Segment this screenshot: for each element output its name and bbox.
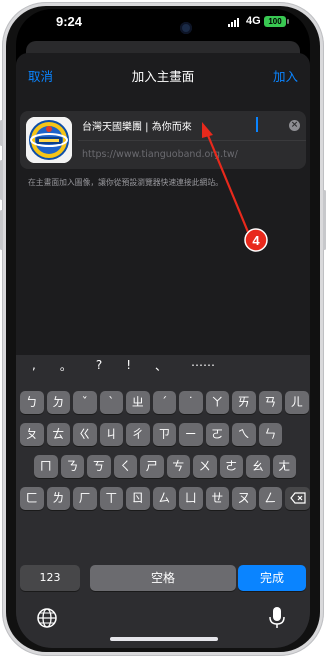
camera-icon <box>180 22 192 34</box>
add-button[interactable]: 加入 <box>273 66 298 85</box>
text-caret <box>256 117 258 132</box>
zhuyin-key[interactable]: ㄛ <box>205 423 229 446</box>
phone-frame: 9:24 4G 100 取消 加入主畫面 加入 台灣天國樂團 | 為你而來 × … <box>0 0 326 658</box>
zhuyin-key[interactable]: ˇ <box>73 391 97 414</box>
signal-bars-icon <box>228 17 239 27</box>
zhuyin-key[interactable]: ㄕ <box>140 455 164 478</box>
zhuyin-key[interactable]: ㄑ <box>113 455 137 478</box>
zhuyin-key[interactable]: ㄈ <box>20 487 44 510</box>
url-label: https://www.tianguoband.org.tw/ <box>82 149 238 160</box>
zhuyin-key[interactable]: ㄙ <box>152 487 176 510</box>
candidate-exclaim[interactable]: ! <box>126 358 131 372</box>
zhuyin-key[interactable]: ㄖ <box>126 487 150 510</box>
zhuyin-key[interactable]: ˙ <box>179 391 203 414</box>
microphone-icon[interactable] <box>268 606 286 630</box>
zhuyin-key[interactable]: ˊ <box>152 391 176 414</box>
status-time: 9:24 <box>56 14 83 29</box>
hint-text: 在主畫面加入圖像，讓你從預設瀏覽器快速連接此網站。 <box>28 178 223 187</box>
zhuyin-key[interactable]: ㄍ <box>73 423 97 446</box>
zhuyin-key[interactable]: ㄡ <box>232 487 256 510</box>
screen: 9:24 4G 100 取消 加入主畫面 加入 台灣天國樂團 | 為你而來 × … <box>16 9 310 648</box>
zhuyin-key[interactable]: ㄚ <box>205 391 229 414</box>
volume-down-button <box>0 210 3 250</box>
zhuyin-key[interactable]: ㄢ <box>258 391 282 414</box>
zhuyin-key[interactable]: ㄧ <box>179 423 203 446</box>
zhuyin-key[interactable]: ㄎ <box>87 455 111 478</box>
clear-icon[interactable]: × <box>289 120 300 131</box>
zhuyin-key[interactable]: ㄊ <box>46 423 70 446</box>
battery-tip <box>287 19 289 24</box>
zhuyin-key[interactable]: ㄩ <box>179 487 203 510</box>
zhuyin-key[interactable]: ㄆ <box>20 423 44 446</box>
zhuyin-key[interactable]: ㄞ <box>232 391 256 414</box>
candidate-period[interactable]: 。 <box>60 357 72 374</box>
candidate-enum-comma[interactable]: 、 <box>155 357 167 374</box>
zhuyin-key[interactable]: ㄒ <box>99 487 123 510</box>
network-type: 4G <box>246 15 261 27</box>
space-key[interactable]: 空格 <box>90 565 236 591</box>
sheet-nav-bar: 取消 加入主畫面 加入 <box>16 53 310 93</box>
name-field[interactable]: 台灣天國樂團 | 為你而來 × <box>78 111 306 141</box>
zhuyin-key[interactable]: ㄠ <box>246 455 270 478</box>
zhuyin-key[interactable]: ㄓ <box>126 391 150 414</box>
bookmark-card: 台灣天國樂團 | 為你而來 × https://www.tianguoband.… <box>20 111 306 169</box>
zhuyin-key[interactable]: ˋ <box>99 391 123 414</box>
candidate-ellipsis[interactable]: ⋯⋯ <box>191 358 215 372</box>
candidate-comma[interactable]: , <box>32 358 36 372</box>
candidate-bar: , 。 ? ! 、 ⋯⋯ <box>16 355 310 375</box>
keyboard-bottom-bar <box>16 603 310 633</box>
zhuyin-key[interactable]: ㄅ <box>20 391 44 414</box>
candidate-question[interactable]: ? <box>96 358 102 372</box>
dynamic-island <box>124 17 204 41</box>
sheet-title: 加入主畫面 <box>131 69 195 84</box>
delete-icon <box>289 492 306 504</box>
volume-up-button <box>0 160 3 200</box>
name-input[interactable]: 台灣天國樂團 | 為你而來 <box>82 118 192 133</box>
zhuyin-key[interactable]: ㄥ <box>258 487 282 510</box>
status-bar: 9:24 4G 100 <box>16 9 310 41</box>
zhuyin-key[interactable]: ㄔ <box>126 423 150 446</box>
zhuyin-key[interactable]: ㄘ <box>166 455 190 478</box>
zhuyin-key[interactable]: ㄏ <box>73 487 97 510</box>
zhuyin-key[interactable]: ㄨ <box>193 455 217 478</box>
battery-icon: 100 <box>264 16 286 27</box>
keyboard: , 。 ? ! 、 ⋯⋯ ㄅㄉ ˇ ˋ ㄓ ˊ ˙ ㄚㄞㄢㄦㄆㄊㄍㄐㄔㄗㄧㄛㄟㄣㄇㄋㄎㄑㄕㄘ… <box>16 355 310 648</box>
zhuyin-key[interactable]: ㄌ <box>46 487 70 510</box>
website-icon <box>26 117 72 163</box>
zhuyin-key[interactable]: ㄗ <box>152 423 176 446</box>
zhuyin-key[interactable]: ㄟ <box>232 423 256 446</box>
side-button <box>0 120 3 146</box>
zhuyin-key[interactable]: ㄇ <box>34 455 58 478</box>
zhuyin-key[interactable]: ㄜ <box>219 455 243 478</box>
zhuyin-key[interactable]: ㄉ <box>46 391 70 414</box>
delete-key[interactable] <box>285 487 310 510</box>
zhuyin-key[interactable]: ㄐ <box>99 423 123 446</box>
zhuyin-key[interactable]: ㄝ <box>205 487 229 510</box>
home-indicator[interactable] <box>110 637 218 641</box>
zhuyin-key[interactable]: ㄤ <box>272 455 296 478</box>
globe-icon[interactable] <box>36 607 58 629</box>
done-key[interactable]: 完成 <box>238 565 306 591</box>
zhuyin-key[interactable]: ㄣ <box>258 423 282 446</box>
zhuyin-key[interactable]: ㄋ <box>60 455 84 478</box>
numbers-key[interactable]: 123 <box>20 565 80 591</box>
zhuyin-key[interactable]: ㄦ <box>285 391 309 414</box>
